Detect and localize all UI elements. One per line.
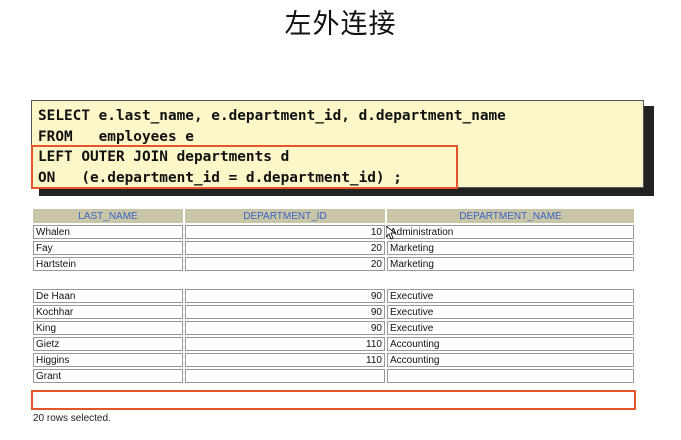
cell-department-id: 90 — [185, 289, 385, 303]
table-row: Whalen 10 Administration — [33, 225, 634, 239]
cell-department-name: Administration — [387, 225, 634, 239]
sql-line-select: SELECT e.last_name, e.department_id, d.d… — [38, 108, 506, 124]
cell-department-id: 110 — [185, 337, 385, 351]
cell-department-id: 90 — [185, 321, 385, 335]
table-row: Grant — [33, 369, 634, 383]
sql-line-from: FROM employees e — [38, 128, 194, 145]
table-row: Hartstein 20 Marketing — [33, 257, 634, 271]
header-row: LAST_NAME DEPARTMENT_ID DEPARTMENT_NAME — [33, 209, 634, 223]
slide-title: 左外连接 — [284, 9, 397, 40]
header-last-name: LAST_NAME — [33, 209, 183, 223]
cell-department-name: Executive — [387, 289, 634, 303]
table-row: Kochhar 90 Executive — [33, 305, 634, 319]
cell-department-id — [185, 369, 385, 383]
cell-department-name: Executive — [387, 305, 634, 319]
cell-last-name: Hartstein — [33, 257, 183, 271]
cell-department-name: Accounting — [387, 337, 634, 351]
cell-department-id: 110 — [185, 353, 385, 367]
cell-last-name: Kochhar — [33, 305, 183, 319]
cell-last-name: Grant — [33, 369, 183, 383]
cell-department-name: Accounting — [387, 353, 634, 367]
cell-last-name: Whalen — [33, 225, 183, 239]
cell-department-name: Executive — [387, 321, 634, 335]
cell-last-name: Higgins — [33, 353, 183, 367]
table-row: Higgins 110 Accounting — [33, 353, 634, 367]
cell-last-name: De Haan — [33, 289, 183, 303]
table-row: Fay 20 Marketing — [33, 241, 634, 255]
table-row: De Haan 90 Executive — [33, 289, 634, 303]
grant-row-highlight-box — [31, 390, 636, 410]
table-gap — [33, 273, 634, 287]
cell-department-name: Marketing — [387, 257, 634, 271]
join-highlight-box — [31, 145, 458, 189]
header-department-id: DEPARTMENT_ID — [185, 209, 385, 223]
cell-last-name: Gietz — [33, 337, 183, 351]
cell-last-name: Fay — [33, 241, 183, 255]
cell-department-id: 90 — [185, 305, 385, 319]
table-row: King 90 Executive — [33, 321, 634, 335]
table-row: Gietz 110 Accounting — [33, 337, 634, 351]
result-table: LAST_NAME DEPARTMENT_ID DEPARTMENT_NAME … — [31, 207, 636, 385]
mouse-cursor-icon — [386, 226, 396, 240]
header-department-name: DEPARTMENT_NAME — [387, 209, 634, 223]
cell-department-name — [387, 369, 634, 383]
rows-selected-footer: 20 rows selected. — [33, 413, 111, 424]
cell-department-name: Marketing — [387, 241, 634, 255]
cell-department-id: 10 — [185, 225, 385, 239]
cell-department-id: 20 — [185, 241, 385, 255]
cell-last-name: King — [33, 321, 183, 335]
cell-department-id: 20 — [185, 257, 385, 271]
